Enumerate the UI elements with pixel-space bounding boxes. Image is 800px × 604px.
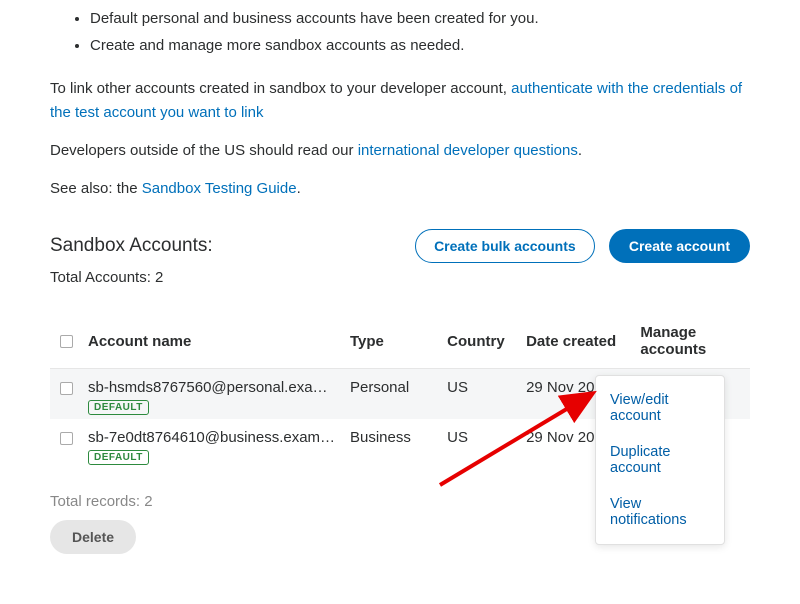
section-title: Sandbox Accounts: xyxy=(50,235,213,257)
header-account-name: Account name xyxy=(82,314,344,369)
seealso-post: . xyxy=(297,180,301,197)
account-type-cell: Personal xyxy=(344,369,441,420)
create-bulk-accounts-button[interactable]: Create bulk accounts xyxy=(415,229,595,263)
account-country-cell: US xyxy=(441,419,520,469)
header-country: Country xyxy=(441,314,520,369)
account-name-cell: sb-7e0dt8764610@business.example… xyxy=(88,429,338,446)
intl-developer-link[interactable]: international developer questions xyxy=(358,142,578,159)
header-manage: Manage accounts xyxy=(634,314,750,369)
intl-paragraph: Developers outside of the US should read… xyxy=(50,139,750,163)
view-edit-account-item[interactable]: View/edit account xyxy=(596,382,724,434)
row-checkbox[interactable] xyxy=(60,382,73,395)
account-country-cell: US xyxy=(441,369,520,420)
link-accounts-paragraph: To link other accounts created in sandbo… xyxy=(50,77,750,125)
intro-bullet-2: Create and manage more sandbox accounts … xyxy=(90,35,750,58)
total-accounts-label: Total Accounts: 2 xyxy=(50,269,750,286)
header-date: Date created xyxy=(520,314,634,369)
intl-post: . xyxy=(578,142,582,159)
default-badge: DEFAULT xyxy=(88,400,149,415)
intl-pre: Developers outside of the US should read… xyxy=(50,142,358,159)
manage-account-dropdown: View/edit account Duplicate account View… xyxy=(595,375,725,545)
account-name-cell: sb-hsmds8767560@personal.exampl… xyxy=(88,379,338,396)
row-checkbox[interactable] xyxy=(60,432,73,445)
create-account-button[interactable]: Create account xyxy=(609,229,750,263)
delete-button[interactable]: Delete xyxy=(50,520,136,554)
intro-bullet-1: Default personal and business accounts h… xyxy=(90,8,750,31)
duplicate-account-item[interactable]: Duplicate account xyxy=(596,434,724,486)
view-notifications-item[interactable]: View notifications xyxy=(596,486,724,538)
seealso-pre: See also: the xyxy=(50,180,142,197)
select-all-checkbox[interactable] xyxy=(60,335,73,348)
sandbox-guide-link[interactable]: Sandbox Testing Guide xyxy=(142,180,297,197)
link-accounts-pre: To link other accounts created in sandbo… xyxy=(50,80,511,97)
header-type: Type xyxy=(344,314,441,369)
account-type-cell: Business xyxy=(344,419,441,469)
default-badge: DEFAULT xyxy=(88,450,149,465)
intro-bullets: Default personal and business accounts h… xyxy=(50,8,750,57)
seealso-paragraph: See also: the Sandbox Testing Guide. xyxy=(50,177,750,201)
